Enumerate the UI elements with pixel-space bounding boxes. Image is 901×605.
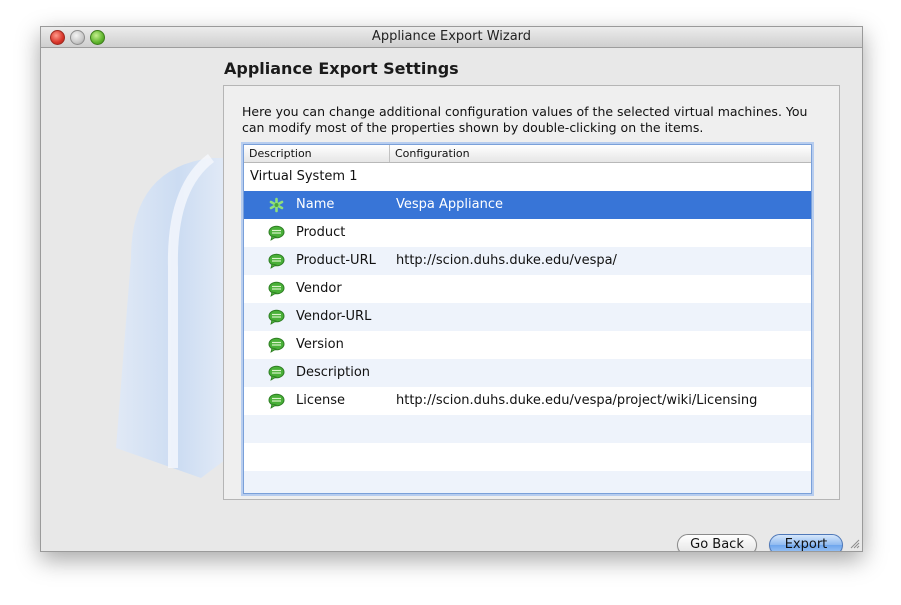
row-key: Vendor: [296, 281, 342, 296]
table-row[interactable]: Vendor: [244, 275, 811, 303]
title-bar[interactable]: Appliance Export Wizard: [41, 27, 862, 48]
table-row[interactable]: License http://scion.duhs.duke.edu/vespa…: [244, 387, 811, 415]
resize-grip-icon[interactable]: [849, 538, 860, 549]
settings-panel: Here you can change additional configura…: [223, 85, 840, 500]
table-row[interactable]: Vendor-URL: [244, 303, 811, 331]
row-key: Vendor-URL: [296, 309, 372, 324]
table-row[interactable]: Name Vespa Appliance: [244, 191, 811, 219]
empty-table-row: [244, 471, 811, 493]
row-key: License: [296, 393, 346, 408]
row-key: Product-URL: [296, 253, 376, 268]
speech-bubble-icon: [268, 393, 285, 409]
export-button[interactable]: Export: [769, 534, 843, 551]
instructions-text: Here you can change additional configura…: [242, 104, 808, 135]
speech-bubble-icon: [268, 281, 285, 297]
speech-bubble-icon: [268, 309, 285, 325]
group-label: Virtual System 1: [250, 169, 358, 184]
go-back-button[interactable]: Go Back: [677, 534, 757, 551]
wizard-window: Appliance Export Wizard Appliance Export…: [40, 26, 863, 552]
row-key: Description: [296, 365, 371, 380]
row-key: Version: [296, 337, 344, 352]
row-key: Product: [296, 225, 346, 240]
table-row[interactable]: Description: [244, 359, 811, 387]
table-row[interactable]: Product-URL http://scion.duhs.duke.edu/v…: [244, 247, 811, 275]
speech-bubble-icon: [268, 253, 285, 269]
column-header-configuration[interactable]: Configuration: [395, 147, 470, 160]
row-value: Vespa Appliance: [396, 197, 503, 212]
speech-bubble-icon: [268, 337, 285, 353]
appliance-watermark-icon: [116, 154, 241, 478]
table-header: Description Configuration: [244, 145, 811, 163]
row-value: http://scion.duhs.duke.edu/vespa/project…: [396, 393, 758, 408]
empty-table-row: [244, 443, 811, 471]
configuration-table[interactable]: Description Configuration Virtual System…: [243, 144, 812, 494]
table-row[interactable]: Version: [244, 331, 811, 359]
name-star-icon: [269, 197, 284, 213]
window-title: Appliance Export Wizard: [371, 29, 532, 44]
row-value: http://scion.duhs.duke.edu/vespa/: [396, 253, 617, 268]
row-key: Name: [296, 197, 335, 212]
empty-table-row: [244, 415, 811, 443]
column-header-description[interactable]: Description: [249, 147, 312, 160]
speech-bubble-icon: [268, 225, 285, 241]
page-heading: Appliance Export Settings: [224, 59, 459, 78]
virtual-system-group-row[interactable]: Virtual System 1: [244, 163, 811, 191]
table-row[interactable]: Product: [244, 219, 811, 247]
wizard-content: Appliance Export Settings Here you can c…: [41, 48, 862, 551]
column-divider[interactable]: [389, 145, 390, 162]
speech-bubble-icon: [268, 365, 285, 381]
